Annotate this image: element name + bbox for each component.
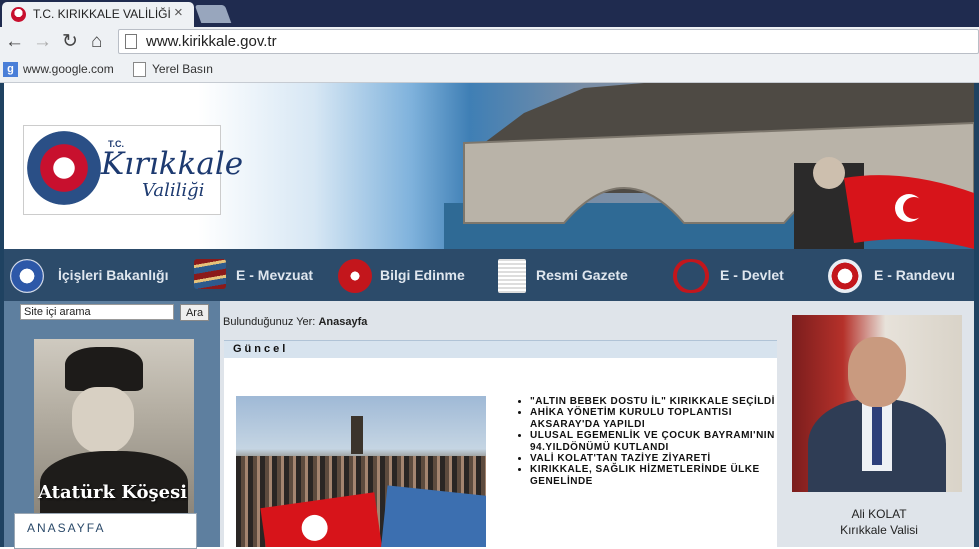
nav-label: İçişleri Bakanlığı [58,267,169,283]
logo-valiligi-text: Valiliği [142,180,205,201]
page-icon [125,34,137,49]
breadcrumb-current[interactable]: Anasayfa [318,316,367,328]
home-icon[interactable]: ⌂ [91,31,102,53]
ataturk-caption: Atatürk Köşesi [38,482,188,503]
ataturk-corner-banner[interactable]: Atatürk Köşesi [34,339,194,513]
nav-label: E - Mevzuat [236,267,314,283]
forward-arrow-icon[interactable]: → [33,31,52,53]
page-icon [133,62,146,78]
browser-tab[interactable]: T.C. KIRIKKALE VALİLİĞİ × [2,2,194,27]
url-text[interactable]: www.kirikkale.gov.tr [146,33,277,50]
governor-name: Ali KOLAT [851,507,907,521]
nav-label: E - Randevu [874,267,955,283]
news-list: "ALTIN BEBEK DOSTU İL" KIRIKKALE SEÇİLDİ… [514,396,780,487]
governor-photo[interactable] [792,315,962,492]
governor-tie-shape [872,407,882,465]
books-icon [194,259,226,289]
newspaper-icon [498,259,526,293]
header-banner: T.C. Kırıkkale Valiliği [4,83,974,249]
tab-bar: T.C. KIRIKKALE VALİLİĞİ × [0,0,979,27]
person-head [813,157,845,189]
bookmark-google[interactable]: g www.google.com [3,62,114,78]
flag-crescent-cut [903,197,925,219]
main-navigation: İçişleri Bakanlığı E - Mevzuat Bilgi Edi… [4,249,974,301]
left-menu: ANASAYFA [14,513,197,549]
valilik-emblem-icon [27,131,101,205]
news-panel-header: Güncel [224,340,777,358]
bookmarks-bar: g www.google.com Yerel Basın [0,58,979,83]
tab-title: T.C. KIRIKKALE VALİLİĞİ [33,7,171,21]
browser-toolbar: ← → ↻ ⌂ www.kirikkale.gov.tr [0,27,979,58]
left-sidebar: Ara Atatürk Köşesi ANASAYFA [4,301,220,549]
news-panel-title: Güncel [233,343,289,355]
nav-label: E - Devlet [720,267,784,283]
nav-label: Resmi Gazete [536,267,628,283]
address-bar[interactable]: www.kirikkale.gov.tr [118,29,979,54]
news-item[interactable]: AHİKA YÖNETİM KURULU TOPLANTISI AKSARAY'… [530,407,780,430]
nav-label: Bilgi Edinme [380,267,465,283]
bookmark-yerel-basin[interactable]: Yerel Basın [133,62,213,78]
governor-face-shape [848,337,906,407]
statue-shape [351,416,363,454]
page-body: T.C. Kırıkkale Valiliği İçişleri Bakanlı… [0,83,979,549]
breadcrumb-prefix: Bulunduğunuz Yer: [223,316,316,328]
news-item[interactable]: VALİ KOLAT'TAN TAZİYE ZİYARETİ [530,453,780,464]
new-tab-button[interactable] [194,5,232,23]
news-photo[interactable] [236,396,486,547]
erandevu-icon [828,259,862,293]
news-panel: Güncel "ALTIN BEBEK DOSTU İL" KIRIKKALE … [224,340,777,547]
ataturk-face-shape [72,387,134,453]
main-content: Bulunduğunuz Yer: Anasayfa Güncel "ALTIN… [220,301,789,547]
bridge-landscape-image [444,83,974,249]
flag-crescent-shape [299,513,330,543]
site-search-input[interactable] [20,304,174,320]
edevlet-icon [668,259,714,293]
news-item[interactable]: "ALTIN BEBEK DOSTU İL" KIRIKKALE SEÇİLDİ [530,396,780,407]
ministry-emblem-icon [10,259,44,293]
news-item[interactable]: ULUSAL EGEMENLİK VE ÇOCUK BAYRAMI'NIN 94… [530,430,780,453]
menu-item-anasayfa[interactable]: ANASAYFA [27,521,105,535]
governor-title: Kırıkkale Valisi [840,523,918,537]
search-button[interactable]: Ara [180,304,209,321]
back-arrow-icon[interactable]: ← [5,31,24,53]
reload-icon[interactable]: ↻ [62,31,78,53]
bookmark-label: www.google.com [23,62,114,76]
bookmark-label: Yerel Basın [152,62,213,76]
news-item[interactable]: KIRIKKALE, SAĞLIK HİZMETLERİNDE ÜLKE GEN… [530,464,780,487]
ataturk-hat-shape [65,347,143,391]
portrait-banner-shape [381,485,486,547]
info-icon [338,259,372,293]
valilik-logo[interactable]: T.C. Kırıkkale Valiliği [23,125,243,215]
google-icon: g [3,62,18,78]
logo-kirikkale-text: Kırıkkale [101,146,244,182]
right-sidebar: Ali KOLAT Kırıkkale Valisi [789,301,974,547]
close-tab-icon[interactable]: × [174,4,183,21]
breadcrumb: Bulunduğunuz Yer: Anasayfa [223,316,367,328]
site-favicon-icon [11,7,26,22]
